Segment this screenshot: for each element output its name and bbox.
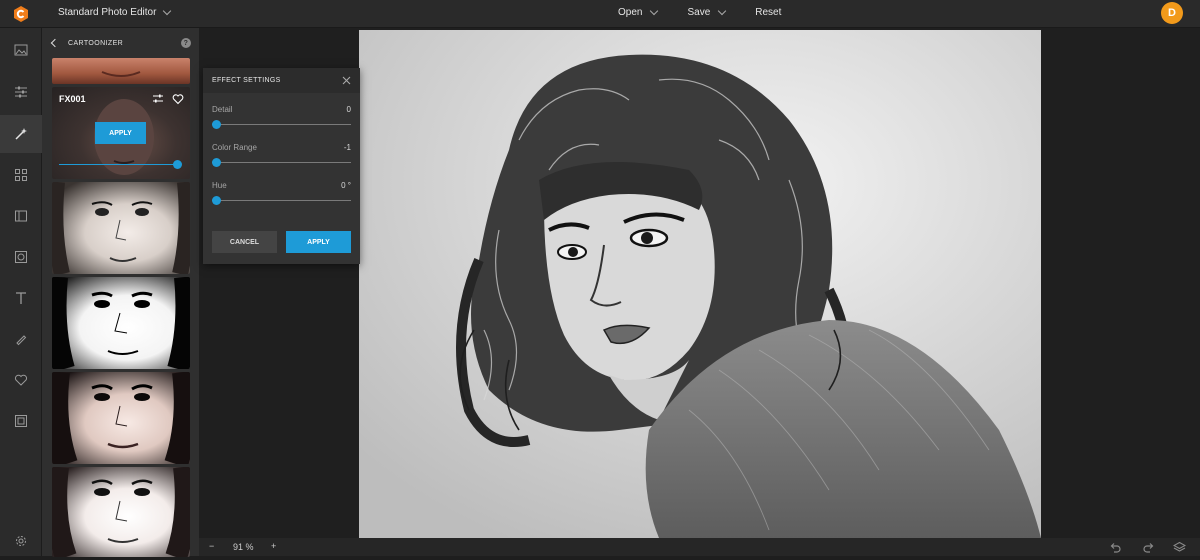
rail-item-frame[interactable]	[0, 197, 42, 235]
sliders-icon[interactable]	[152, 93, 164, 105]
open-menu[interactable]: Open	[618, 6, 659, 18]
bottom-bar: − 91 % +	[199, 538, 1200, 556]
rail-item-text[interactable]	[0, 279, 42, 317]
rail-item-grid[interactable]	[0, 156, 42, 194]
reset-button[interactable]: Reset	[755, 7, 781, 18]
effect-thumbnail[interactable]	[52, 182, 190, 274]
dialog-header: EFFECT SETTINGS	[203, 68, 360, 93]
effect-settings-dialog: EFFECT SETTINGS Detail 0 Color Range -1 …	[203, 68, 360, 264]
image-icon	[14, 44, 28, 56]
zoom-level: 91 %	[233, 542, 254, 552]
effect-thumbnails: FX001 APPLY	[52, 58, 190, 560]
close-icon[interactable]	[342, 76, 351, 85]
app-title: Standard Photo Editor	[58, 7, 157, 18]
apply-button[interactable]: APPLY	[286, 231, 351, 253]
cartoon-portrait-image	[359, 30, 1041, 538]
setting-label: Color Range	[212, 143, 257, 152]
tool-rail	[0, 28, 42, 556]
help-icon[interactable]: ?	[181, 38, 191, 48]
effects-panel: CARTOONIZER ? FX001 APPLY	[42, 28, 199, 557]
color-range-slider-track[interactable]	[212, 162, 351, 163]
grid-icon	[15, 169, 27, 181]
open-label: Open	[618, 7, 643, 18]
rail-item-border[interactable]	[0, 402, 42, 440]
reset-label: Reset	[755, 7, 782, 18]
effect-thumbnail[interactable]	[52, 58, 190, 84]
setting-value: 0	[346, 105, 351, 114]
adjust-icon	[15, 86, 27, 98]
app-title-dropdown[interactable]: Standard Photo Editor	[58, 6, 172, 18]
cancel-button[interactable]: CANCEL	[212, 231, 277, 253]
redo-icon[interactable]	[1143, 541, 1155, 553]
effect-name: FX001	[59, 94, 86, 104]
face-image	[52, 372, 190, 464]
photo-canvas[interactable]	[359, 30, 1041, 538]
favorite-icon[interactable]	[172, 93, 184, 105]
back-icon[interactable]	[50, 38, 60, 48]
rail-item-favorites[interactable]	[0, 361, 42, 399]
chevron-down-icon	[650, 6, 659, 16]
effect-thumbnail-selected[interactable]: FX001 APPLY	[52, 87, 190, 179]
hue-slider-track[interactable]	[212, 200, 351, 201]
effect-thumbnail[interactable]	[52, 372, 190, 464]
rail-item-adjust[interactable]	[0, 73, 42, 111]
setting-value: -1	[343, 143, 351, 152]
avatar[interactable]: D	[1161, 2, 1183, 24]
rail-item-settings[interactable]	[0, 522, 42, 560]
effects-icon	[15, 128, 27, 140]
rail-item-draw[interactable]	[0, 320, 42, 358]
rail-item-image[interactable]	[0, 31, 42, 69]
frame-icon	[15, 210, 27, 222]
setting-detail: Detail 0	[212, 105, 351, 133]
effect-thumbnail[interactable]	[52, 277, 190, 369]
setting-label: Hue	[212, 181, 227, 190]
chevron-down-icon	[718, 6, 727, 16]
effect-thumbnail[interactable]	[52, 467, 190, 557]
zoom-in-button[interactable]: +	[271, 541, 276, 551]
rail-item-vignette[interactable]	[0, 238, 42, 276]
setting-hue: Hue 0 °	[212, 181, 351, 209]
panel-header: CARTOONIZER ?	[42, 28, 199, 58]
text-icon	[16, 292, 26, 304]
setting-color-range: Color Range -1	[212, 143, 351, 171]
rail-item-effects[interactable]	[0, 115, 42, 153]
heart-icon	[14, 374, 28, 386]
effect-apply-button[interactable]: APPLY	[95, 122, 146, 144]
layers-icon[interactable]	[1173, 541, 1186, 554]
setting-value: 0 °	[341, 181, 351, 190]
face-image	[52, 467, 190, 557]
dialog-title: EFFECT SETTINGS	[212, 77, 281, 84]
zoom-out-button[interactable]: −	[209, 541, 214, 551]
vignette-icon	[15, 251, 27, 263]
face-image	[52, 182, 190, 274]
hue-slider-knob[interactable]	[212, 196, 221, 205]
app-logo-icon[interactable]	[12, 5, 30, 23]
save-label: Save	[687, 7, 711, 18]
face-image	[101, 71, 141, 77]
draw-icon	[16, 335, 27, 346]
undo-icon[interactable]	[1109, 541, 1121, 553]
color-range-slider-knob[interactable]	[212, 158, 221, 167]
save-menu[interactable]: Save	[687, 6, 727, 18]
panel-title: CARTOONIZER	[68, 39, 124, 47]
intensity-slider-track[interactable]	[59, 164, 177, 165]
border-icon	[15, 415, 27, 427]
top-menu: Open Save Reset	[618, 6, 781, 18]
detail-slider-track[interactable]	[212, 124, 351, 125]
face-image	[52, 277, 190, 369]
top-bar: Standard Photo Editor Open Save Reset D	[0, 0, 1200, 28]
intensity-slider-knob[interactable]	[173, 160, 182, 169]
settings-icon	[16, 536, 26, 546]
detail-slider-knob[interactable]	[212, 120, 221, 129]
chevron-down-icon	[163, 6, 172, 16]
setting-label: Detail	[212, 105, 233, 114]
